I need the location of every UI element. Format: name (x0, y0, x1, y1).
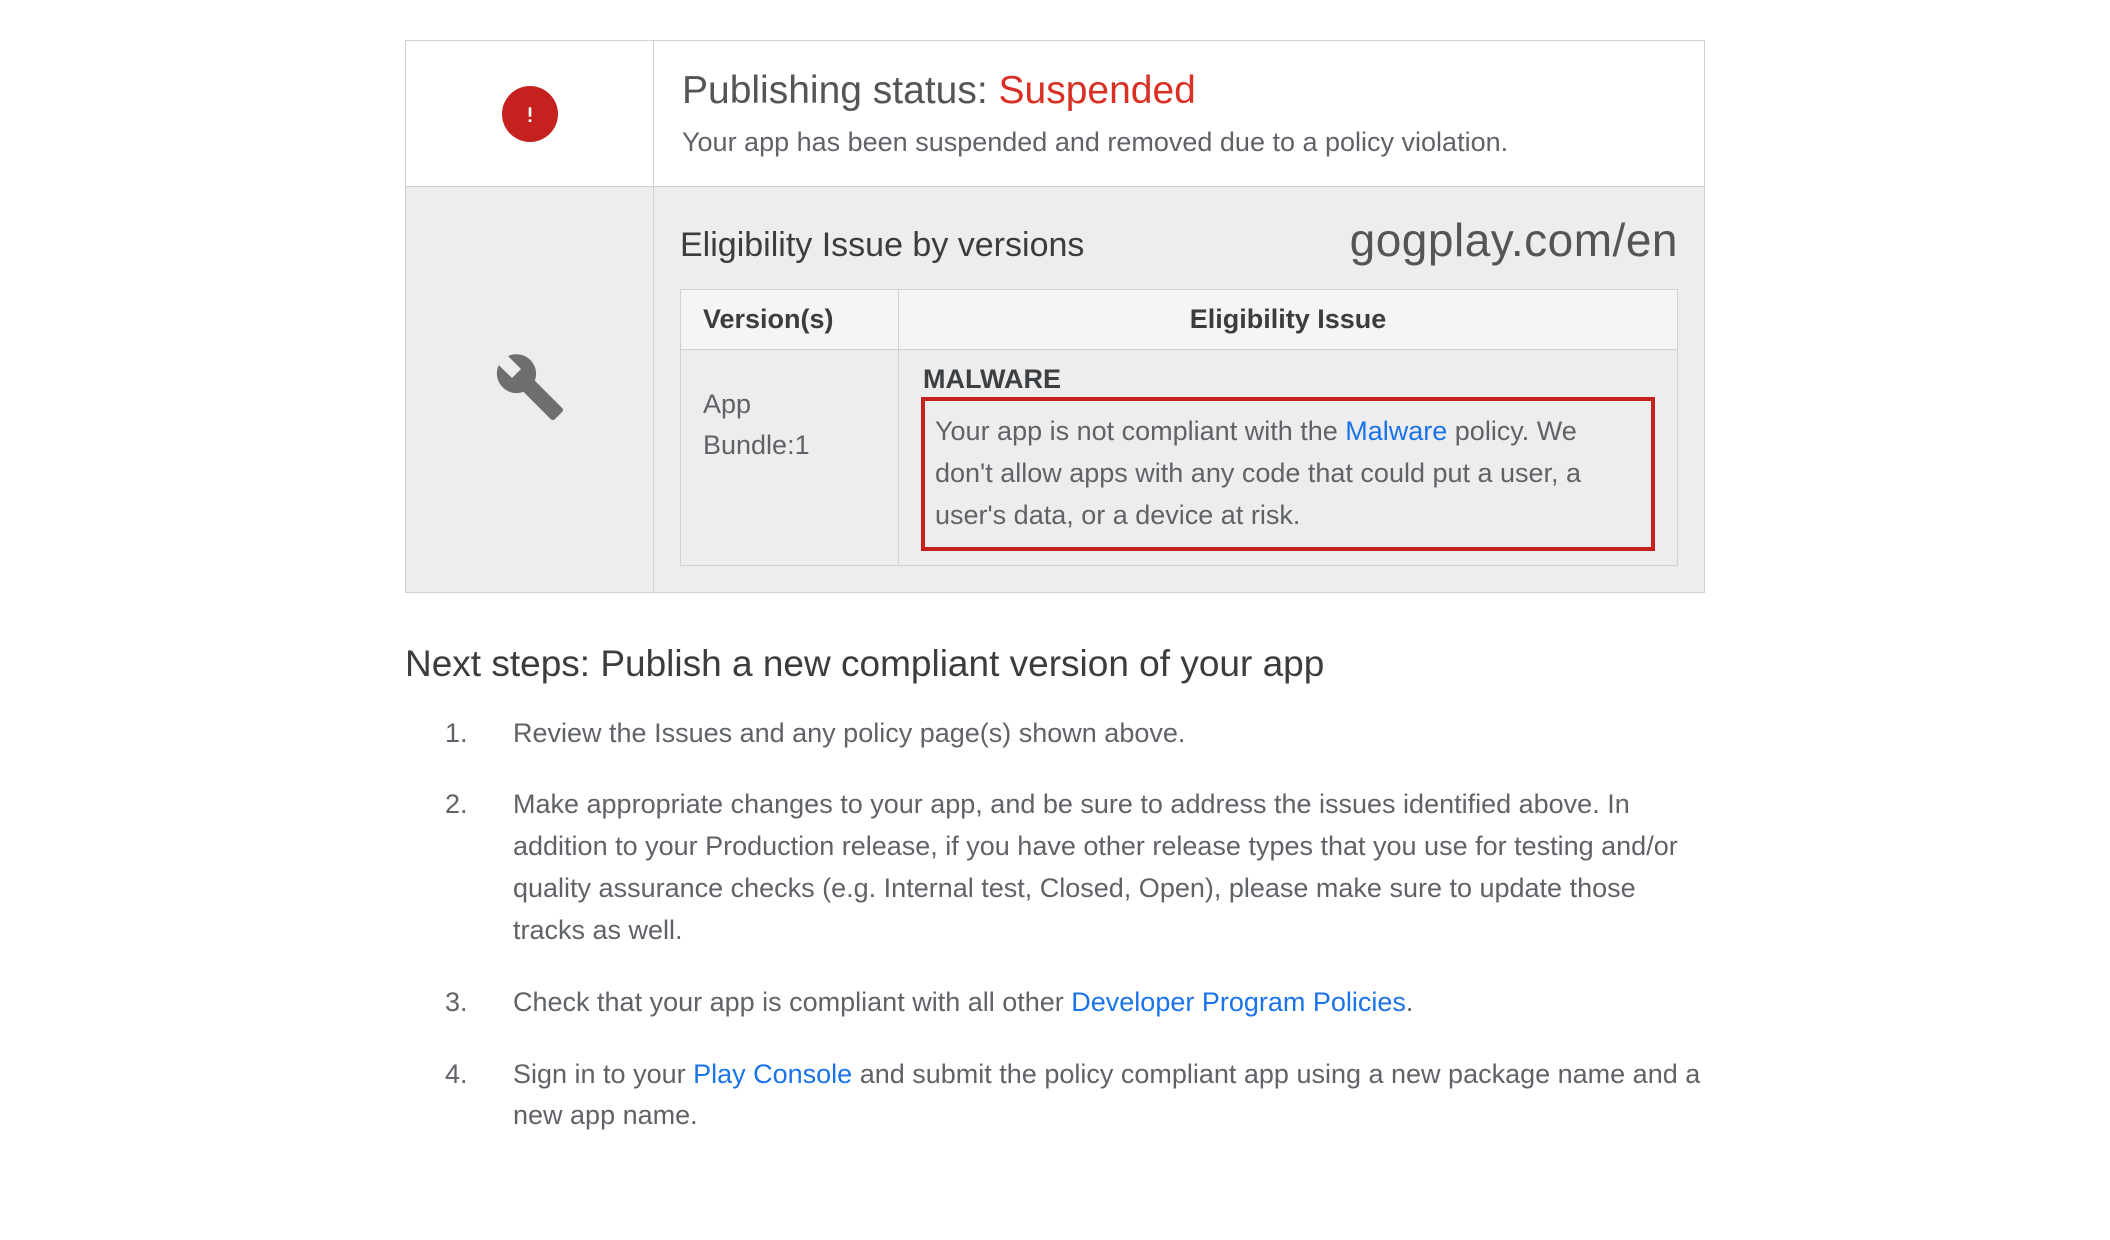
status-title-prefix: Publishing status: (682, 69, 999, 112)
eligibility-title: Eligibility Issue by versions (680, 226, 1084, 265)
developer-policies-link[interactable]: Developer Program Policies (1071, 987, 1406, 1017)
version-cell: App Bundle:1 (681, 350, 899, 566)
status-title: Publishing status: Suspended (682, 69, 1676, 113)
eligibility-icon-cell (406, 187, 654, 592)
list-item: Review the Issues and any policy page(s)… (405, 713, 1705, 755)
eligibility-content-cell: Eligibility Issue by versions gogplay.co… (654, 187, 1704, 592)
step4-prefix: Sign in to your (513, 1059, 693, 1089)
eligibility-table: Version(s) Eligibility Issue App Bundle:… (680, 289, 1678, 566)
status-row: Publishing status: Suspended Your app ha… (406, 41, 1704, 187)
issue-highlight-box: Your app is not compliant with the Malwa… (921, 397, 1655, 551)
play-console-link[interactable]: Play Console (693, 1059, 852, 1089)
next-steps-title: Next steps: Publish a new compliant vers… (405, 643, 1705, 685)
table-header-issue: Eligibility Issue (899, 290, 1678, 350)
table-row: App Bundle:1 MALWARE Your app is not com… (681, 350, 1678, 566)
malware-policy-link[interactable]: Malware (1345, 416, 1447, 446)
issue-cell: MALWARE Your app is not compliant with t… (899, 350, 1678, 566)
status-value: Suspended (999, 69, 1196, 112)
eligibility-header: Eligibility Issue by versions gogplay.co… (680, 213, 1678, 267)
list-item: Make appropriate changes to your app, an… (405, 784, 1705, 951)
alert-icon (502, 86, 558, 142)
next-steps-list: Review the Issues and any policy page(s)… (405, 713, 1705, 1138)
status-description: Your app has been suspended and removed … (682, 127, 1676, 158)
eligibility-row: Eligibility Issue by versions gogplay.co… (406, 187, 1704, 592)
step3-prefix: Check that your app is compliant with al… (513, 987, 1071, 1017)
status-box: Publishing status: Suspended Your app ha… (405, 40, 1705, 593)
page-container: Publishing status: Suspended Your app ha… (175, 40, 1935, 1137)
status-icon-cell (406, 41, 654, 186)
issue-text-prefix: Your app is not compliant with the (935, 416, 1345, 446)
watermark-text: gogplay.com/en (1350, 213, 1678, 267)
step3-suffix: . (1406, 987, 1414, 1017)
list-item: Sign in to your Play Console and submit … (405, 1054, 1705, 1138)
wrench-icon (494, 351, 566, 428)
list-item: Check that your app is compliant with al… (405, 982, 1705, 1024)
status-content-cell: Publishing status: Suspended Your app ha… (654, 41, 1704, 186)
version-line1: App (703, 389, 751, 419)
table-header-versions: Version(s) (681, 290, 899, 350)
issue-heading: MALWARE (921, 364, 1655, 395)
version-line2: Bundle:1 (703, 430, 810, 460)
